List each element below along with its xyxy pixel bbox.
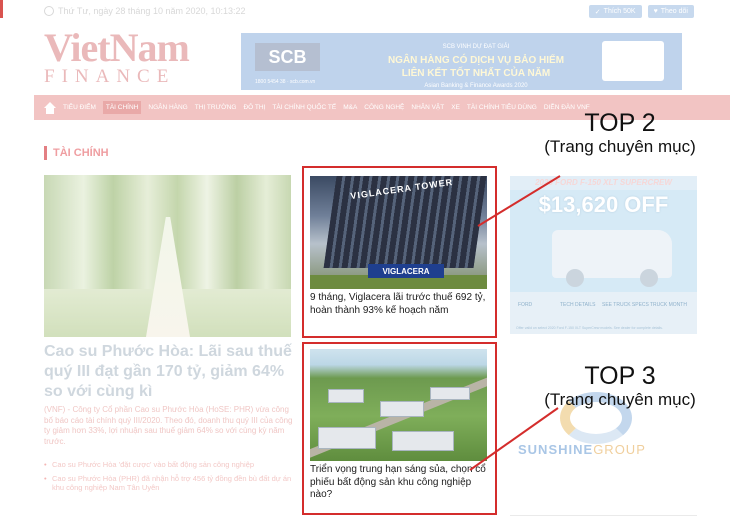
thumbs-up-icon: ✓	[594, 8, 601, 16]
banner-brand: SCB	[255, 43, 320, 71]
related-link[interactable]: Cao su Phước Hòa 'đặt cược' vào bất động…	[44, 460, 294, 470]
feature-article-title[interactable]: Cao su Phước Hòa: Lãi sau thuế quý III đ…	[44, 342, 294, 402]
home-icon[interactable]	[44, 101, 56, 114]
thumb-factory	[380, 401, 424, 417]
callout-top2: TOP 2 (Trang chuyên mục)	[518, 110, 722, 157]
ad-badge[interactable]: TECH DETAILS	[560, 302, 595, 308]
thumb-factory	[430, 387, 470, 400]
callout-top3: TOP 3 (Trang chuyên mục)	[518, 363, 722, 410]
article-card-title[interactable]: 9 tháng, Viglacera lãi trước thuế 692 tỷ…	[310, 292, 492, 317]
ad-footer: FORD TECH DETAILS SEE TRUCK SPECS TRUCK …	[510, 292, 697, 334]
nav-item-cong-nghe[interactable]: CÔNG NGHỆ	[364, 104, 404, 111]
ad-headline: 2020 FORD F-150 XLT SUPERCREW	[510, 176, 697, 190]
section-heading: TÀI CHÍNH	[44, 146, 109, 160]
feature-article-image[interactable]	[44, 175, 291, 337]
ad-badge[interactable]: TRUCK MONTH	[650, 302, 687, 308]
section-heading-text[interactable]: TÀI CHÍNH	[53, 147, 109, 159]
clock-icon	[44, 6, 54, 16]
feature-article-summary: (VNF) - Công ty Cổ phần Cao su Phước Hòa…	[44, 405, 293, 446]
left-accent-strip	[0, 0, 3, 18]
ad-truck-image	[552, 230, 672, 287]
banner-line2: LIÊN KẾT TỐT NHẤT CỦA NĂM	[401, 68, 551, 79]
nav-item-nhan-vat[interactable]: NHÂN VẬT	[411, 104, 444, 111]
thumb-logo-text: VIGLACERA	[382, 266, 430, 276]
ad-price: $13,620 OFF	[538, 192, 669, 217]
callout-top2-sub: (Trang chuyên mục)	[544, 137, 696, 156]
article-thumbnail-industrial-park[interactable]	[310, 349, 487, 461]
ad-brand: FORD	[518, 302, 533, 308]
ad-badge[interactable]: SEE TRUCK SPECS	[602, 302, 649, 308]
like-button[interactable]: ✓ Thích 50K	[588, 5, 642, 18]
thumb-factory	[392, 431, 454, 451]
related-link[interactable]: Cao su Phước Hòa (PHR) đã nhận hỗ trợ 45…	[44, 474, 294, 493]
logo-sub: FINANCE	[44, 66, 176, 87]
banner-award-image	[602, 41, 664, 81]
header-ad-banner[interactable]: SCB SCB VINH DỰ ĐẠT GIẢI NGÂN HÀNG CÓ DỊ…	[241, 33, 682, 90]
callout-top3-label: TOP 3	[584, 362, 656, 390]
sunshine-brand: SUNSHINE	[518, 442, 594, 457]
thumb-factory	[318, 427, 376, 449]
thumb-company-logo: VIGLACERA	[368, 264, 444, 278]
sidebar-divider	[510, 515, 697, 521]
thumb-factory	[328, 389, 364, 403]
current-date: Thứ Tư, ngày 28 tháng 10 năm 2020, 10:13…	[44, 6, 246, 16]
article-thumbnail-viglacera[interactable]: VIGLACERA TOWER VIGLACERA	[310, 176, 487, 289]
like-button-label: Thích 50K	[603, 8, 636, 15]
nav-item-xe[interactable]: XE	[451, 104, 460, 111]
callout-top3-sub: (Trang chuyên mục)	[544, 390, 696, 409]
twitter-icon: ♥	[653, 8, 658, 15]
feature-image-path	[146, 217, 190, 337]
nav-item-tieu-diem[interactable]: TIÊU ĐIỂM	[63, 104, 96, 111]
nav-item-ma[interactable]: M&A	[343, 104, 357, 111]
banner-kicker: SCB VINH DỰ ĐẠT GIẢI	[442, 44, 510, 50]
article-card-title[interactable]: Triển vọng trung hạn sáng sủa, chọn cổ p…	[310, 464, 492, 502]
sunshine-logo-text: SUNSHINEGROUP	[518, 442, 646, 457]
banner-note: Asian Banking & Finance Awards 2020	[424, 83, 528, 89]
article-card-top2[interactable]: VIGLACERA TOWER VIGLACERA 9 tháng, Vigla…	[302, 166, 497, 338]
banner-line1: NGÂN HÀNG CÓ DỊCH VỤ BẢO HIỂM	[387, 55, 565, 66]
sidebar-ad-ford[interactable]: 2020 FORD F-150 XLT SUPERCREW $13,620 OF…	[510, 176, 697, 334]
follow-button-label: Theo dõi	[660, 8, 688, 15]
feature-related-links: Cao su Phước Hòa 'đặt cược' vào bất động…	[44, 460, 294, 497]
date-text: Thứ Tư, ngày 28 tháng 10 năm 2020, 10:13…	[58, 6, 246, 16]
sunshine-group: GROUP	[593, 442, 646, 457]
nav-item-do-thi[interactable]: ĐÔ THỊ	[243, 104, 265, 111]
nav-item-thi-truong[interactable]: THỊ TRƯỜNG	[195, 104, 237, 111]
ad-fineprint: Offer valid on select 2020 Ford F-150 XL…	[516, 325, 663, 330]
follow-button[interactable]: ♥ Theo dõi	[647, 5, 694, 18]
nav-item-ngan-hang[interactable]: NGÂN HÀNG	[148, 104, 187, 111]
site-logo[interactable]: VietNam FINANCE	[44, 25, 194, 90]
nav-item-tai-chinh-quoc-te[interactable]: TÀI CHÍNH QUỐC TẾ	[272, 104, 336, 111]
banner-footer: 1800 5454 38 · scb.com.vn	[255, 79, 316, 85]
top-bar: Thứ Tư, ngày 28 tháng 10 năm 2020, 10:13…	[44, 0, 694, 24]
banner-headline: SCB VINH DỰ ĐẠT GIẢI NGÂN HÀNG CÓ DỊCH V…	[371, 41, 581, 90]
logo-main: VietNam	[44, 25, 190, 70]
callout-top2-label: TOP 2	[584, 109, 656, 137]
section-heading-bar	[44, 146, 47, 160]
social-buttons: ✓ Thích 50K ♥ Theo dõi	[588, 5, 694, 18]
article-card-top3[interactable]: Triển vọng trung hạn sáng sủa, chọn cổ p…	[302, 342, 497, 515]
nav-item-tai-chinh[interactable]: TÀI CHÍNH	[102, 101, 142, 114]
